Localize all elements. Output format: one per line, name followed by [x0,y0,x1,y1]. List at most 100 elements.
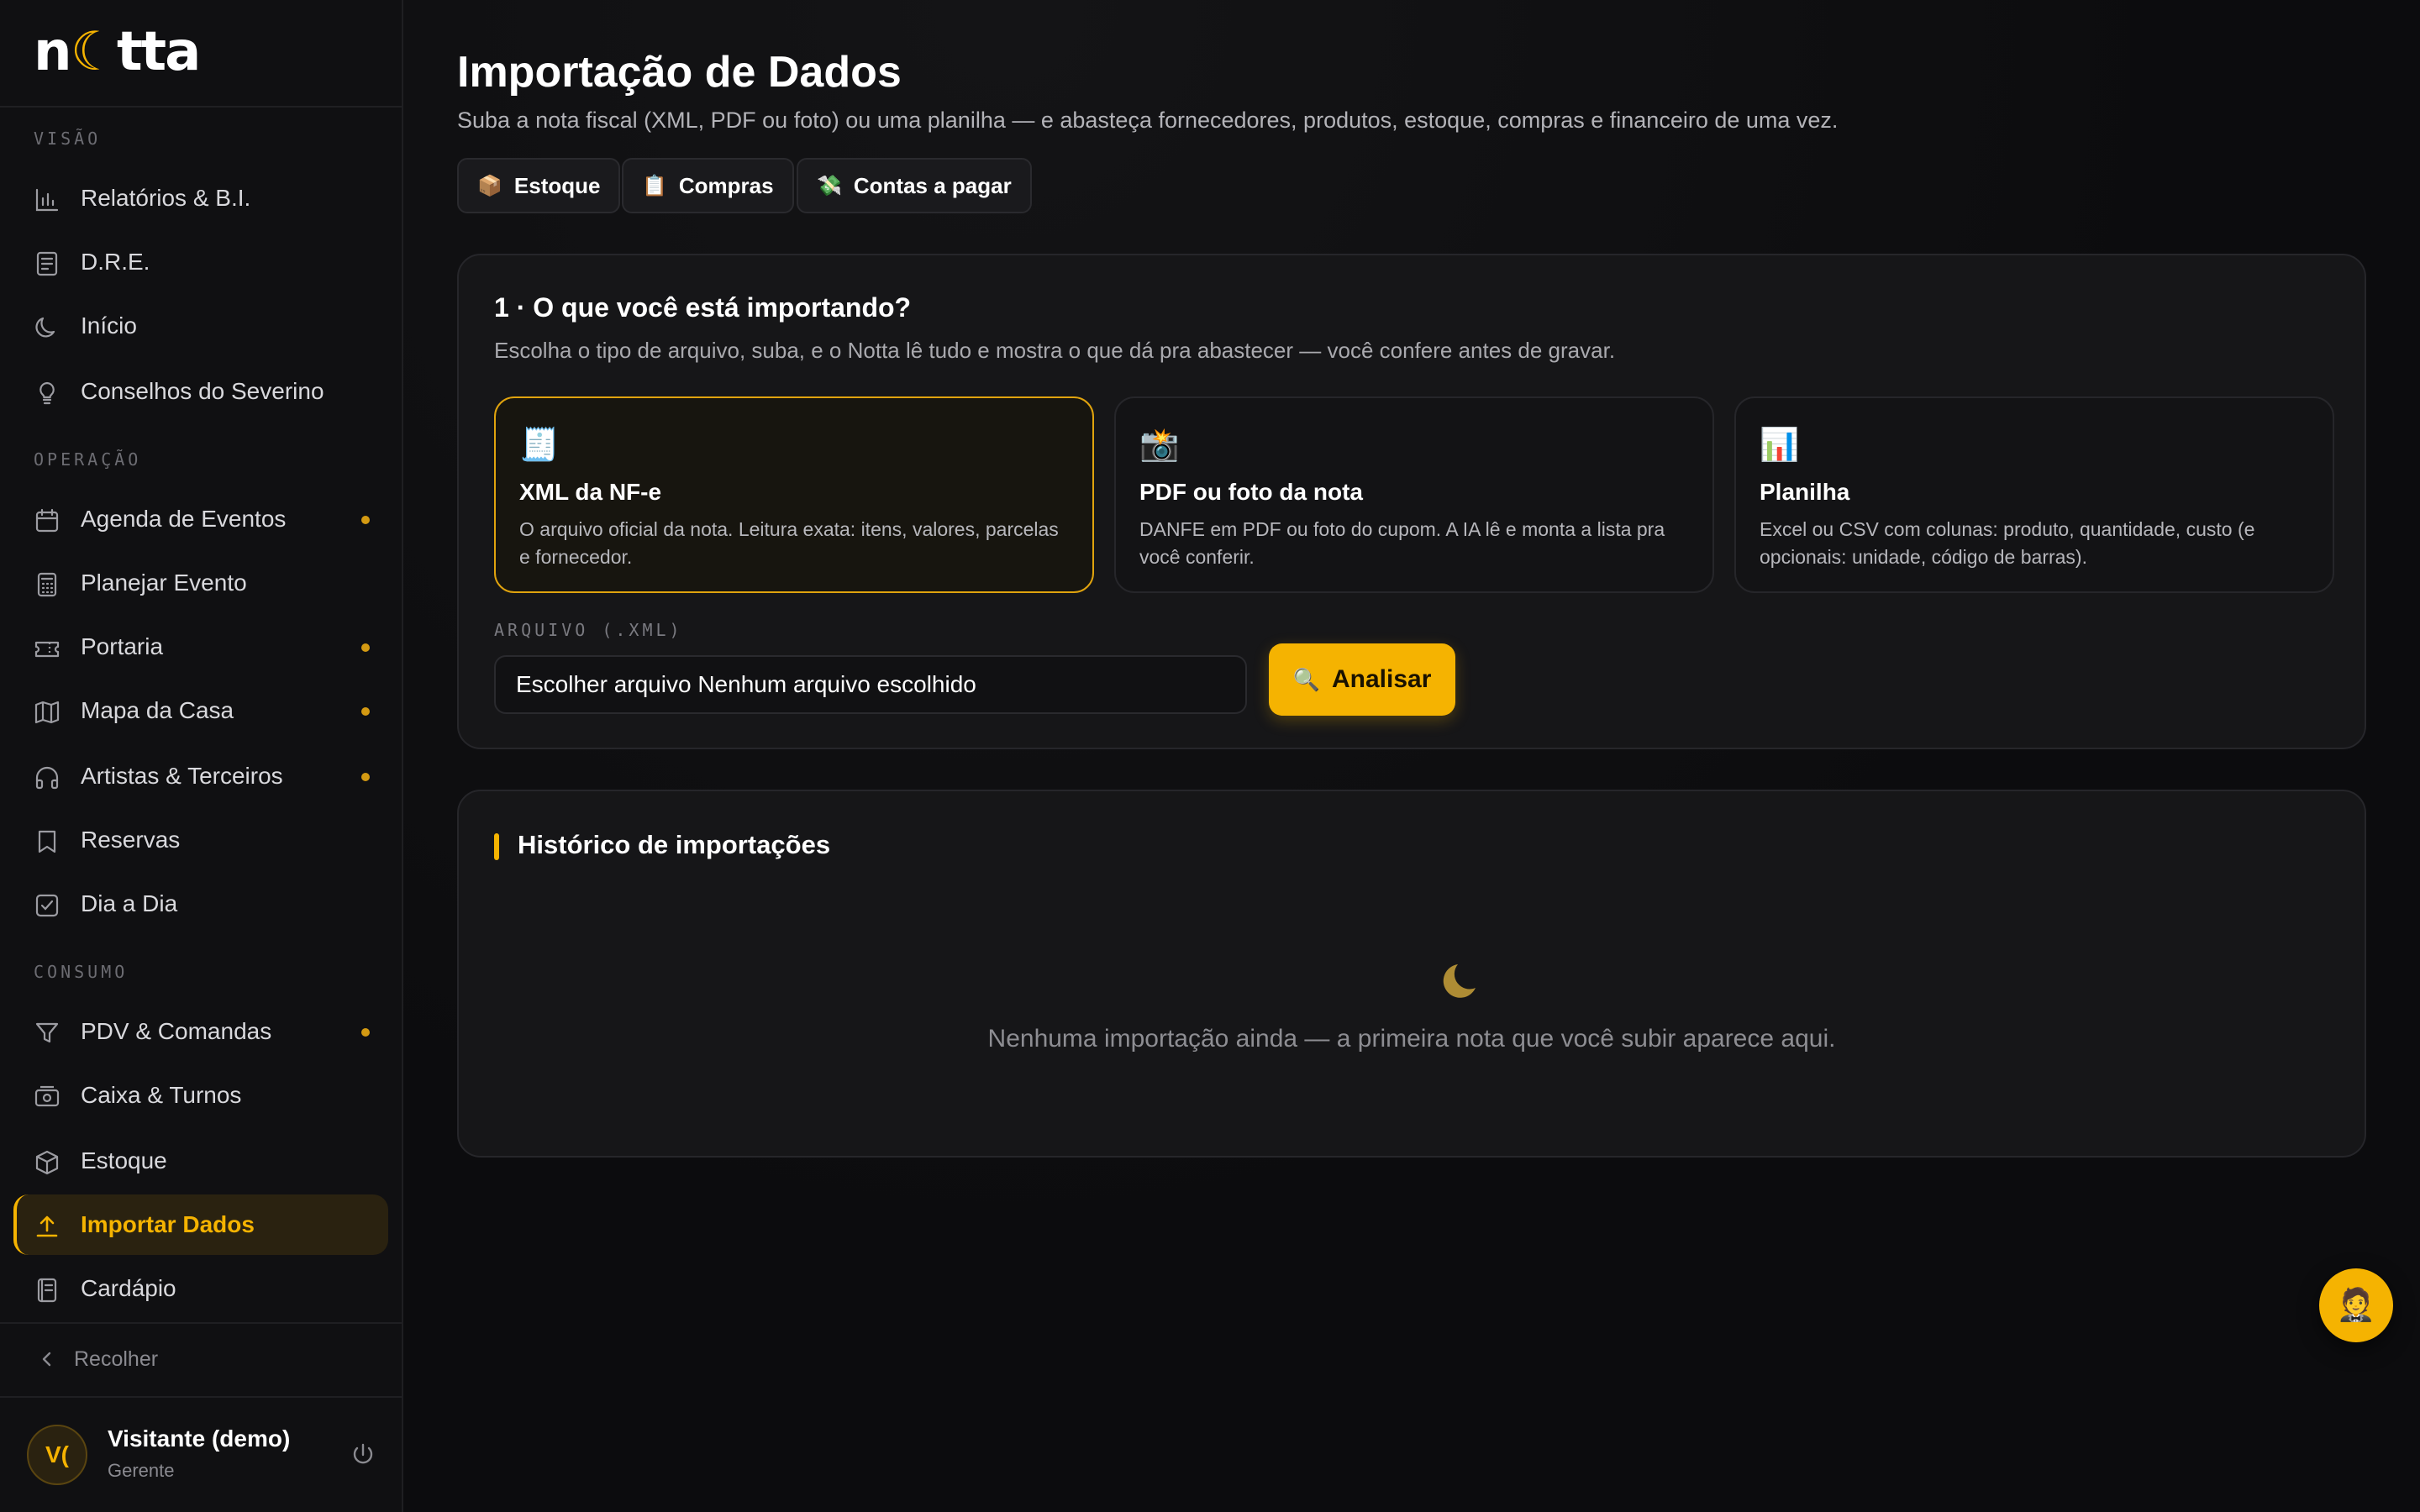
sidebar-item-portaria[interactable]: Portaria [13,617,388,677]
chevron-left-icon [42,1352,51,1367]
sidebar-item-label: Mapa da Casa [81,697,234,723]
lightbulb-icon [34,380,60,407]
clipboard-icon: 📋 [642,174,667,197]
quick-link-label: Contas a pagar [853,172,1012,198]
sidebar: n☾tta VISÃO Relatórios & B.I. D.R.E. Iní… [0,0,403,1512]
collapse-button[interactable]: Recolher [34,1342,158,1376]
calculator-icon [34,571,60,598]
quick-link-label: Estoque [513,172,601,198]
assistant-button[interactable]: 🤵 [2319,1268,2393,1342]
sidebar-item-reservas[interactable]: Reservas [13,810,388,870]
money-icon: 💸 [817,174,842,197]
divider [0,1396,402,1398]
divider [0,1322,402,1324]
user-role: Gerente [108,1460,175,1481]
butler-icon: 🤵 [2336,1288,2376,1323]
ticket-icon [34,635,60,662]
notification-dot [361,643,370,652]
sidebar-item-label: Relatórios & B.I. [81,185,251,211]
filter-icon [34,1020,60,1047]
sidebar-item-label: Conselhos do Severino [81,378,324,404]
import-card-subtitle: Escolha o tipo de arquivo, suba, e o Not… [494,338,1616,363]
sidebar-item-label: PDV & Comandas [81,1018,272,1044]
sidebar-item-label: D.R.E. [81,249,150,275]
sidebar-item-relatorios[interactable]: Relatórios & B.I. [13,168,388,228]
checkbox-icon [34,892,60,919]
sidebar-item-label: Portaria [81,633,164,659]
sidebar-item-label: Estoque [81,1147,167,1173]
section-label-operacao: OPERAÇÃO [34,449,142,470]
quick-link-compras[interactable]: 📋 Compras [622,158,794,213]
sidebar-item-estoque[interactable]: Estoque [13,1131,388,1191]
sidebar-item-planejar[interactable]: Planejar Evento [13,553,388,613]
page-title: Importação de Dados [457,48,902,97]
option-pdf-foto[interactable]: 📸 PDF ou foto da nota DANFE em PDF ou fo… [1114,396,1714,593]
option-xml-nfe[interactable]: 🧾 XML da NF-e O arquivo oficial da nota.… [494,396,1094,593]
sidebar-item-mapa[interactable]: Mapa da Casa [13,680,388,741]
import-card-title: 1 · O que você está importando? [494,292,912,323]
option-title: Planilha [1760,479,1850,505]
sidebar-item-importar-dados[interactable]: Importar Dados [13,1194,388,1255]
bar-chart-emoji-icon: 📊 [1760,428,1800,463]
divider [0,106,402,108]
sidebar-item-artistas[interactable]: Artistas & Terceiros [13,746,388,806]
file-input[interactable]: Escolher arquivo Nenhum arquivo escolhid… [494,655,1247,714]
sidebar-item-label: Cardápio [81,1275,176,1301]
bookmark-icon [34,828,60,855]
analyze-label: Analisar [1331,665,1432,693]
import-card: 1 · O que você está importando? Escolha … [457,254,2366,749]
quick-link-contas-a-pagar[interactable]: 💸 Contas a pagar [797,158,1032,213]
sidebar-item-conselhos[interactable]: Conselhos do Severino [13,361,388,422]
sidebar-item-agenda[interactable]: Agenda de Eventos [13,489,388,549]
sidebar-item-label: Dia a Dia [81,890,178,916]
option-title: PDF ou foto da nota [1139,479,1363,505]
notification-dot [361,516,370,524]
notification-dot [361,707,370,716]
box-icon [34,1149,60,1176]
map-icon [34,699,60,726]
collapse-label: Recolher [74,1347,159,1371]
sidebar-item-pdv[interactable]: PDV & Comandas [13,1001,388,1062]
quick-link-estoque[interactable]: 📦 Estoque [457,158,621,213]
moon-icon [34,314,60,341]
bar-chart-icon [34,186,60,213]
headphones-icon [34,764,60,791]
option-description: Excel ou CSV com colunas: produto, quant… [1760,518,2255,568]
option-title: XML da NF-e [519,479,662,505]
user-name: Visitante (demo) [108,1425,291,1452]
notification-dot [361,1028,370,1037]
file-label: ARQUIVO (.XML) [494,620,683,640]
sidebar-item-caixa[interactable]: Caixa & Turnos [13,1065,388,1126]
sidebar-item-label: Início [81,312,137,339]
sidebar-item-dia-a-dia[interactable]: Dia a Dia [13,874,388,934]
option-description: O arquivo oficial da nota. Leitura exata… [519,518,1059,568]
sidebar-item-label: Artistas & Terceiros [81,763,283,789]
upload-icon [34,1213,60,1240]
sidebar-item-cardapio[interactable]: Cardápio [13,1258,388,1319]
avatar[interactable]: V( [27,1425,87,1485]
analyze-button[interactable]: 🔍 Analisar [1269,643,1455,716]
section-label-consumo: CONSUMO [34,962,129,982]
sidebar-item-label: Agenda de Eventos [81,506,287,532]
calendar-icon [34,507,60,534]
sidebar-item-label: Reservas [81,827,181,853]
sidebar-item-inicio[interactable]: Início [13,296,388,356]
moon-icon [1443,964,1476,998]
history-empty-message: Nenhuma importação ainda — a primeira no… [987,1025,1836,1053]
notta-logo[interactable]: n☾tta [34,25,201,79]
sidebar-item-dre[interactable]: D.R.E. [13,232,388,292]
accent-bar [494,833,499,860]
option-planilha[interactable]: 📊 Planilha Excel ou CSV com colunas: pro… [1734,396,2334,593]
cash-register-icon [34,1084,60,1110]
power-icon[interactable] [350,1441,376,1468]
package-icon: 📦 [477,174,502,197]
notification-dot [361,773,370,781]
magnifier-icon: 🔍 [1292,666,1320,692]
camera-flash-icon: 📸 [1139,428,1180,463]
sidebar-item-label: Planejar Evento [81,570,247,596]
history-card: Histórico de importações Nenhuma importa… [457,790,2366,1158]
option-description: DANFE em PDF ou foto do cupom. A IA lê e… [1139,518,1665,568]
receipt-icon: 🧾 [519,428,560,463]
page-subtitle: Suba a nota fiscal (XML, PDF ou foto) ou… [457,108,1839,133]
menu-book-icon [34,1277,60,1304]
